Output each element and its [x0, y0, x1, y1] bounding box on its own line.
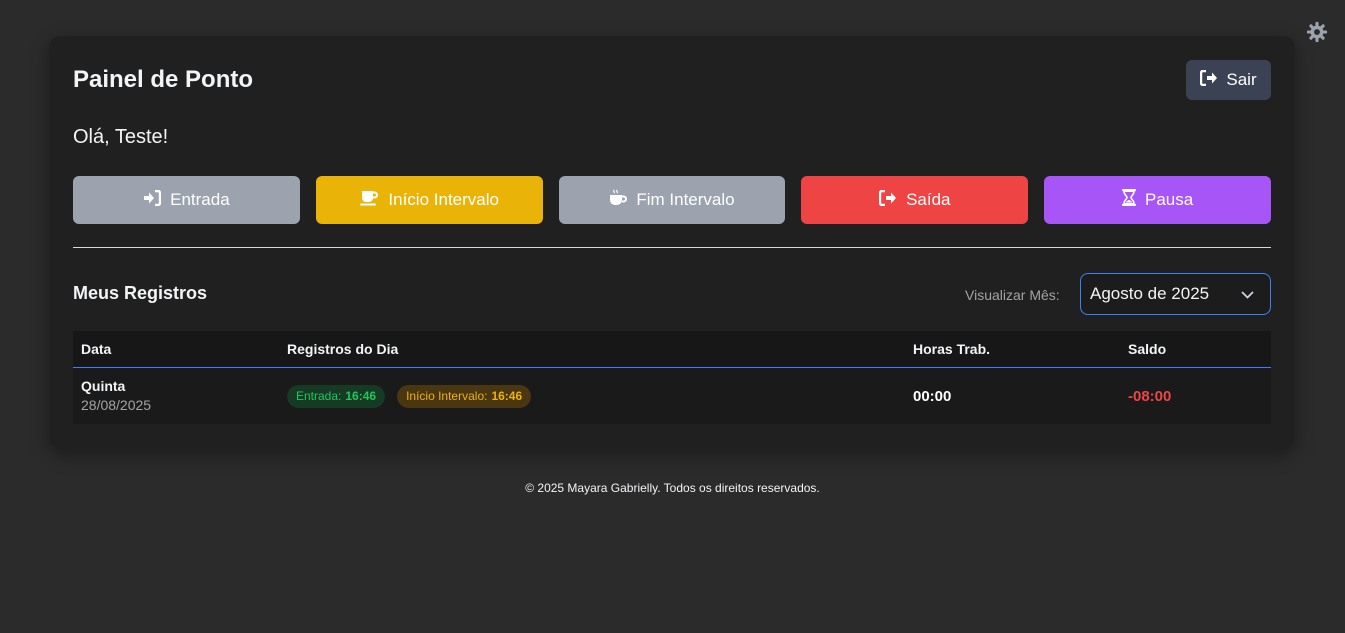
- column-header-horas: Horas Trab.: [913, 341, 991, 357]
- row-hours-worked: 00:00: [913, 387, 952, 405]
- month-select-value: Agosto de 2025: [1090, 284, 1210, 303]
- table-header: Data Registros do Dia Horas Trab. Saldo: [73, 331, 1271, 368]
- fim-intervalo-label: Fim Intervalo: [636, 190, 735, 209]
- inicio-intervalo-button[interactable]: Início Intervalo: [315, 176, 543, 224]
- row-date-cell: Quinta 28/08/2025: [73, 377, 287, 415]
- inicio-intervalo-label: Início Intervalo: [388, 190, 499, 209]
- coffee-icon: [359, 190, 379, 211]
- month-select[interactable]: Agosto de 2025: [1080, 273, 1271, 315]
- hot-coffee-icon: [609, 189, 628, 212]
- saida-label: Saída: [906, 190, 951, 209]
- row-date: 28/08/2025: [81, 397, 152, 413]
- theme-toggle-gear-icon[interactable]: [1305, 20, 1329, 44]
- entry-badge-time: 16:46: [491, 389, 523, 403]
- clock-actions: Entrada Início Intervalo Fim Intervalo S…: [73, 176, 1271, 224]
- sign-out-icon: [1200, 69, 1218, 91]
- greeting: Olá, Teste!: [73, 126, 169, 148]
- sign-in-icon: [143, 189, 162, 211]
- hourglass-icon: [1121, 189, 1136, 211]
- logout-button[interactable]: Sair: [1186, 60, 1271, 100]
- pausa-button[interactable]: Pausa: [1044, 176, 1271, 224]
- records-title: Meus Registros: [73, 283, 208, 303]
- entry-badge-inicio-intervalo: Início Intervalo: 16:46: [397, 384, 532, 408]
- time-panel-card: Painel de Ponto Sair Olá, Teste! Entrada: [49, 36, 1295, 449]
- table-row: Quinta 28/08/2025 Entrada: 16:46 Início …: [73, 368, 1271, 424]
- entry-badge-label: Entrada:: [296, 389, 342, 403]
- row-balance: -08:00: [1128, 387, 1172, 405]
- entrada-button[interactable]: Entrada: [73, 176, 300, 224]
- entry-badge-time: 16:46: [345, 389, 377, 403]
- column-header-registros: Registros do Dia: [287, 341, 399, 357]
- page-title: Painel de Ponto: [73, 66, 254, 93]
- row-day-name: Quinta: [81, 378, 126, 394]
- footer-copyright: © 2025 Mayara Gabrielly. Todos os direit…: [525, 481, 820, 495]
- month-label: Visualizar Mês:: [965, 287, 1060, 303]
- entry-badge-label: Início Intervalo:: [406, 389, 488, 403]
- chevron-down-icon: [1241, 284, 1254, 304]
- sign-out-icon: [878, 189, 897, 211]
- column-header-saldo: Saldo: [1128, 341, 1167, 357]
- column-header-data: Data: [81, 341, 112, 357]
- entrada-label: Entrada: [170, 190, 230, 209]
- records-table: Data Registros do Dia Horas Trab. Saldo …: [73, 331, 1271, 424]
- row-entries-cell: Entrada: 16:46 Início Intervalo: 16:46: [287, 384, 913, 408]
- saida-button[interactable]: Saída: [801, 176, 1029, 224]
- pausa-label: Pausa: [1144, 190, 1194, 209]
- logout-label: Sair: [1226, 70, 1257, 89]
- entry-badge-entrada: Entrada: 16:46: [287, 384, 386, 408]
- section-divider: [73, 247, 1271, 248]
- fim-intervalo-button[interactable]: Fim Intervalo: [558, 176, 786, 224]
